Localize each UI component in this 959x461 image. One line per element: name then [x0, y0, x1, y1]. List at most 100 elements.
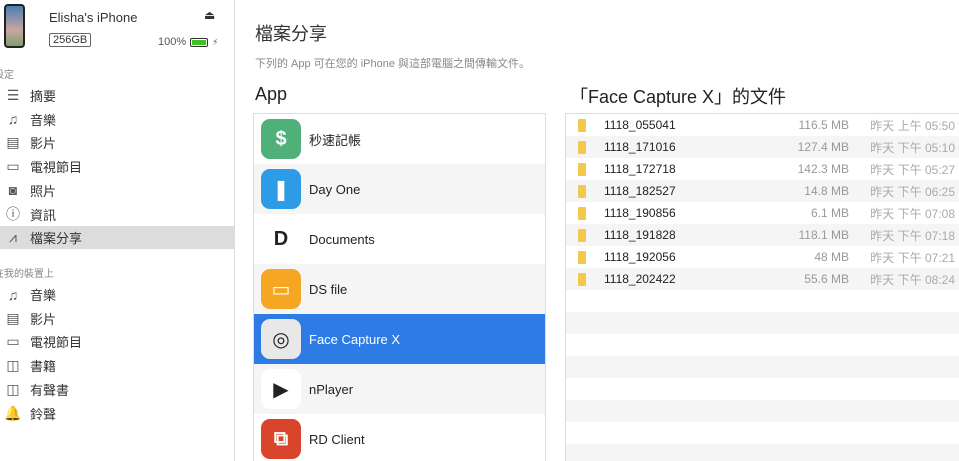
app-name: nPlayer — [309, 381, 354, 397]
doc-size: 127.4 MB — [797, 140, 849, 154]
sidebar-item[interactable]: ⓘ 資訊 — [0, 203, 234, 226]
doc-date: 昨天 下午 07:08 — [870, 206, 955, 221]
tv-icon: ▭ — [6, 158, 20, 175]
tv-icon: ▭ — [6, 333, 20, 350]
device-name: Elisha's iPhone — [49, 10, 138, 25]
document-row[interactable]: 1118_055041 116.5 MB 昨天 上午 05:50 — [566, 114, 959, 136]
documents-header: 「Face Capture X」的文件 — [570, 87, 787, 107]
doc-date: 昨天 下午 05:10 — [870, 140, 955, 155]
sidebar-item-label: 音樂 — [30, 112, 57, 128]
app-list[interactable]: $ 秒速記帳 ❚ Day One D Documents ▭ DS file ◎ Face Cap… — [253, 113, 546, 461]
music-icon: ♫ — [7, 286, 19, 303]
empty-row — [566, 444, 959, 461]
sidebar: Elisha's iPhone 256GB ⏏ 100% ⚡ 設定 ☰ 摘要 ♫ 音樂 ▤… — [0, 0, 235, 461]
eject-icon[interactable]: ⏏ — [204, 8, 215, 22]
sidebar-item[interactable]: ◙ 照片 — [0, 179, 234, 202]
sidebar-item-label: 摘要 — [30, 89, 57, 104]
apps-header: App — [255, 84, 288, 104]
sidebar-item-label: 資訊 — [30, 207, 57, 223]
doc-size: 6.1 MB — [810, 206, 849, 220]
document-list[interactable]: 1118_055041 116.5 MB 昨天 上午 05:50 1118_17101… — [565, 113, 959, 461]
sidebar-item-label: 照片 — [30, 183, 57, 199]
sidebar-item-label: 書籍 — [30, 359, 57, 375]
doc-date: 昨天 下午 08:24 — [870, 272, 955, 287]
battery-percent: 100% — [158, 36, 187, 48]
sidebar-item[interactable]: ◫ 書籍 — [0, 354, 234, 377]
doc-size: 142.3 MB — [797, 162, 849, 176]
sidebar-item[interactable]: ♫ 音樂 — [0, 108, 234, 131]
app-row[interactable]: D Documents — [254, 214, 545, 264]
settings-header: 設定 — [0, 70, 14, 81]
app-row[interactable]: $ 秒速記帳 — [254, 114, 545, 164]
sidebar-item-label: 音樂 — [30, 288, 57, 303]
app-icon: ▶ — [261, 369, 301, 409]
doc-name: 1118_191828 — [604, 228, 676, 242]
sidebar-item-label: 影片 — [30, 311, 57, 327]
app-icon: ▭ — [261, 269, 301, 309]
folder-icon — [578, 162, 586, 176]
folder-icon — [578, 228, 586, 242]
doc-name: 1118_182527 — [604, 184, 676, 198]
music-icon: ♫ — [7, 111, 19, 128]
sidebar-item-label: 電視節目 — [30, 335, 83, 351]
sidebar-item[interactable]: ▭ 電視節目 — [0, 330, 234, 353]
doc-size: 118.1 MB — [798, 228, 849, 242]
doc-date: 昨天 上午 05:50 — [870, 118, 955, 133]
doc-date: 昨天 下午 06:25 — [870, 184, 955, 199]
charging-icon: ⚡ — [212, 36, 219, 47]
sidebar-item-label: 電視節目 — [30, 160, 83, 176]
empty-row — [566, 290, 959, 312]
doc-name: 1118_171016 — [604, 140, 676, 154]
sidebar-item[interactable]: ▭ 電視節目 — [0, 155, 234, 178]
app-row[interactable]: ▶ nPlayer — [254, 364, 545, 414]
app-name: Documents — [309, 231, 375, 247]
sidebar-item[interactable]: 🔔 鈴聲 — [0, 402, 234, 425]
doc-size: 48 MB — [814, 250, 849, 264]
iphone-icon — [4, 4, 25, 48]
app-row[interactable]: ❚ Day One — [254, 164, 545, 214]
sidebar-item[interactable]: ♫ 音樂 — [0, 283, 234, 306]
doc-name: 1118_055041 — [604, 118, 676, 132]
sidebar-item[interactable]: ▤ 影片 — [0, 131, 234, 154]
sidebar-item[interactable]: ⩘ 檔案分享 — [0, 226, 234, 250]
sidebar-item[interactable]: ◫ 有聲書 — [0, 378, 234, 401]
app-icon: ⧉ — [261, 419, 301, 459]
doc-name: 1118_202422 — [604, 272, 676, 286]
app-icon: D — [261, 219, 301, 259]
app-row[interactable]: ▭ DS file — [254, 264, 545, 314]
document-row[interactable]: 1118_171016 127.4 MB 昨天 下午 05:10 — [566, 136, 959, 158]
camera-icon: ◙ — [8, 182, 18, 199]
film-icon: ▤ — [6, 309, 20, 326]
list-icon: ☰ — [6, 87, 20, 103]
app-row[interactable]: ⧉ RD Client — [254, 414, 545, 461]
app-store-icon: ⩘ — [9, 229, 17, 246]
doc-name: 1118_190856 — [604, 206, 676, 220]
app-name: Day One — [309, 181, 361, 197]
bell-icon: 🔔 — [4, 404, 22, 421]
empty-row — [566, 400, 959, 422]
folder-icon — [578, 206, 586, 220]
doc-size: 116.5 MB — [798, 118, 849, 132]
capacity-badge: 256GB — [49, 33, 92, 47]
app-row[interactable]: ◎ Face Capture X — [254, 314, 545, 364]
folder-icon — [578, 250, 586, 264]
doc-date: 昨天 下午 05:27 — [870, 162, 955, 177]
battery-status: 100% ⚡ — [158, 36, 218, 48]
document-row[interactable]: 1118_202422 55.6 MB 昨天 下午 08:24 — [566, 268, 959, 290]
document-row[interactable]: 1118_192056 48 MB 昨天 下午 07:21 — [566, 246, 959, 268]
app-icon: $ — [261, 119, 301, 159]
document-row[interactable]: 1118_182527 14.8 MB 昨天 下午 06:25 — [566, 180, 959, 202]
document-row[interactable]: 1118_172718 142.3 MB 昨天 下午 05:27 — [566, 158, 959, 180]
doc-name: 1118_192056 — [604, 250, 676, 264]
info-icon: ⓘ — [6, 206, 20, 222]
document-row[interactable]: 1118_190856 6.1 MB 昨天 下午 07:08 — [566, 202, 959, 224]
empty-row — [566, 312, 959, 334]
page-subtitle: 下列的 App 可在您的 iPhone 與這部電腦之間傳輸文件。 — [255, 58, 531, 70]
empty-row — [566, 378, 959, 400]
app-name: RD Client — [309, 431, 365, 447]
film-icon: ▤ — [6, 134, 20, 151]
document-row[interactable]: 1118_191828 118.1 MB 昨天 下午 07:18 — [566, 224, 959, 246]
sidebar-item[interactable]: ☰ 摘要 — [0, 84, 234, 107]
app-icon: ◎ — [261, 319, 301, 359]
sidebar-item[interactable]: ▤ 影片 — [0, 307, 234, 330]
